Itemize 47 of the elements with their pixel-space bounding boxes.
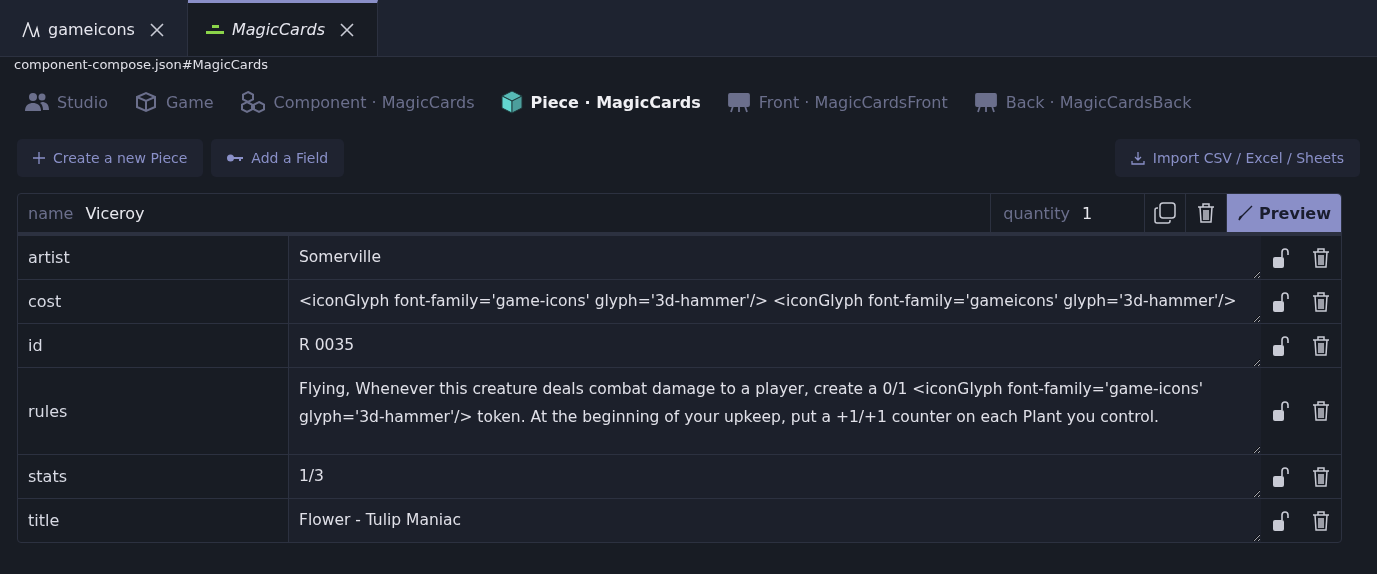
file-path: component-compose.json#MagicCards [14,57,269,72]
trash-icon[interactable] [1310,509,1331,532]
unlocked-icon[interactable] [1271,400,1290,422]
add-field-button[interactable]: Add a Field [211,139,345,177]
unlocked-icon[interactable] [1271,290,1290,313]
create-button[interactable]: Create a new Piece [17,139,204,177]
breadcrumb-link[interactable]: Component · MagicCards [239,90,475,114]
trash-icon[interactable] [1196,202,1216,224]
file-tab[interactable]: gameicons [4,0,188,56]
trash-icon[interactable] [1310,334,1331,357]
box-icon [133,90,158,114]
import-button[interactable]: Import CSV / Excel / Sheets [1114,139,1360,177]
people-icon [25,92,49,112]
close-icon[interactable] [148,21,165,38]
quantity-label: quantity [1002,203,1071,223]
copy-icon[interactable] [1154,202,1176,224]
brush-icon [1237,205,1253,221]
unlocked-icon[interactable] [1271,334,1290,357]
field-value[interactable]: Somerville [289,236,1261,279]
preview-button[interactable]: Preview [1227,194,1341,232]
field-value[interactable]: Flower - Tulip Maniac [289,499,1261,542]
easel-icon [726,90,751,114]
key-icon [227,154,244,162]
close-icon[interactable] [338,21,355,38]
trash-icon[interactable] [1310,465,1331,488]
name-label: name [27,203,75,223]
unlocked-icon[interactable] [1271,465,1290,488]
field-value[interactable]: Flying, Whenever this creature deals combat damage to a player, create a 0/1 <iconGlyph font-family='game-icons' glyph='3d-hammer'/> token. At the beginning of your upkeep, put a +1/+1 counter on each Plant you control. [289,368,1261,454]
field-value[interactable]: <iconGlyph font-family='game-icons' glyph='3d-hammer'/> <iconGlyph font-family='gameicons' glyph='3d-hammer'/> [289,280,1261,323]
field-value[interactable]: R 0035 [289,324,1261,367]
component-icon [205,24,224,35]
trash-icon[interactable] [1310,246,1331,269]
breadcrumb-link[interactable]: Piece · MagicCards [500,90,701,114]
unlocked-icon[interactable] [1271,246,1290,269]
trash-icon[interactable] [1310,290,1331,313]
font-icon [22,21,40,38]
easel-icon [973,90,998,114]
plus-icon [33,152,45,164]
name-field[interactable]: Viceroy [83,193,992,233]
cube-icon [500,90,523,114]
field-value[interactable]: 1/3 [289,455,1261,498]
download-icon [1130,151,1145,165]
quantity-field[interactable]: 1 [1080,193,1145,233]
unlocked-icon[interactable] [1271,509,1290,532]
boxes-icon [239,90,266,114]
file-tab[interactable]: MagicCards [187,0,378,56]
trash-icon[interactable] [1310,400,1331,422]
